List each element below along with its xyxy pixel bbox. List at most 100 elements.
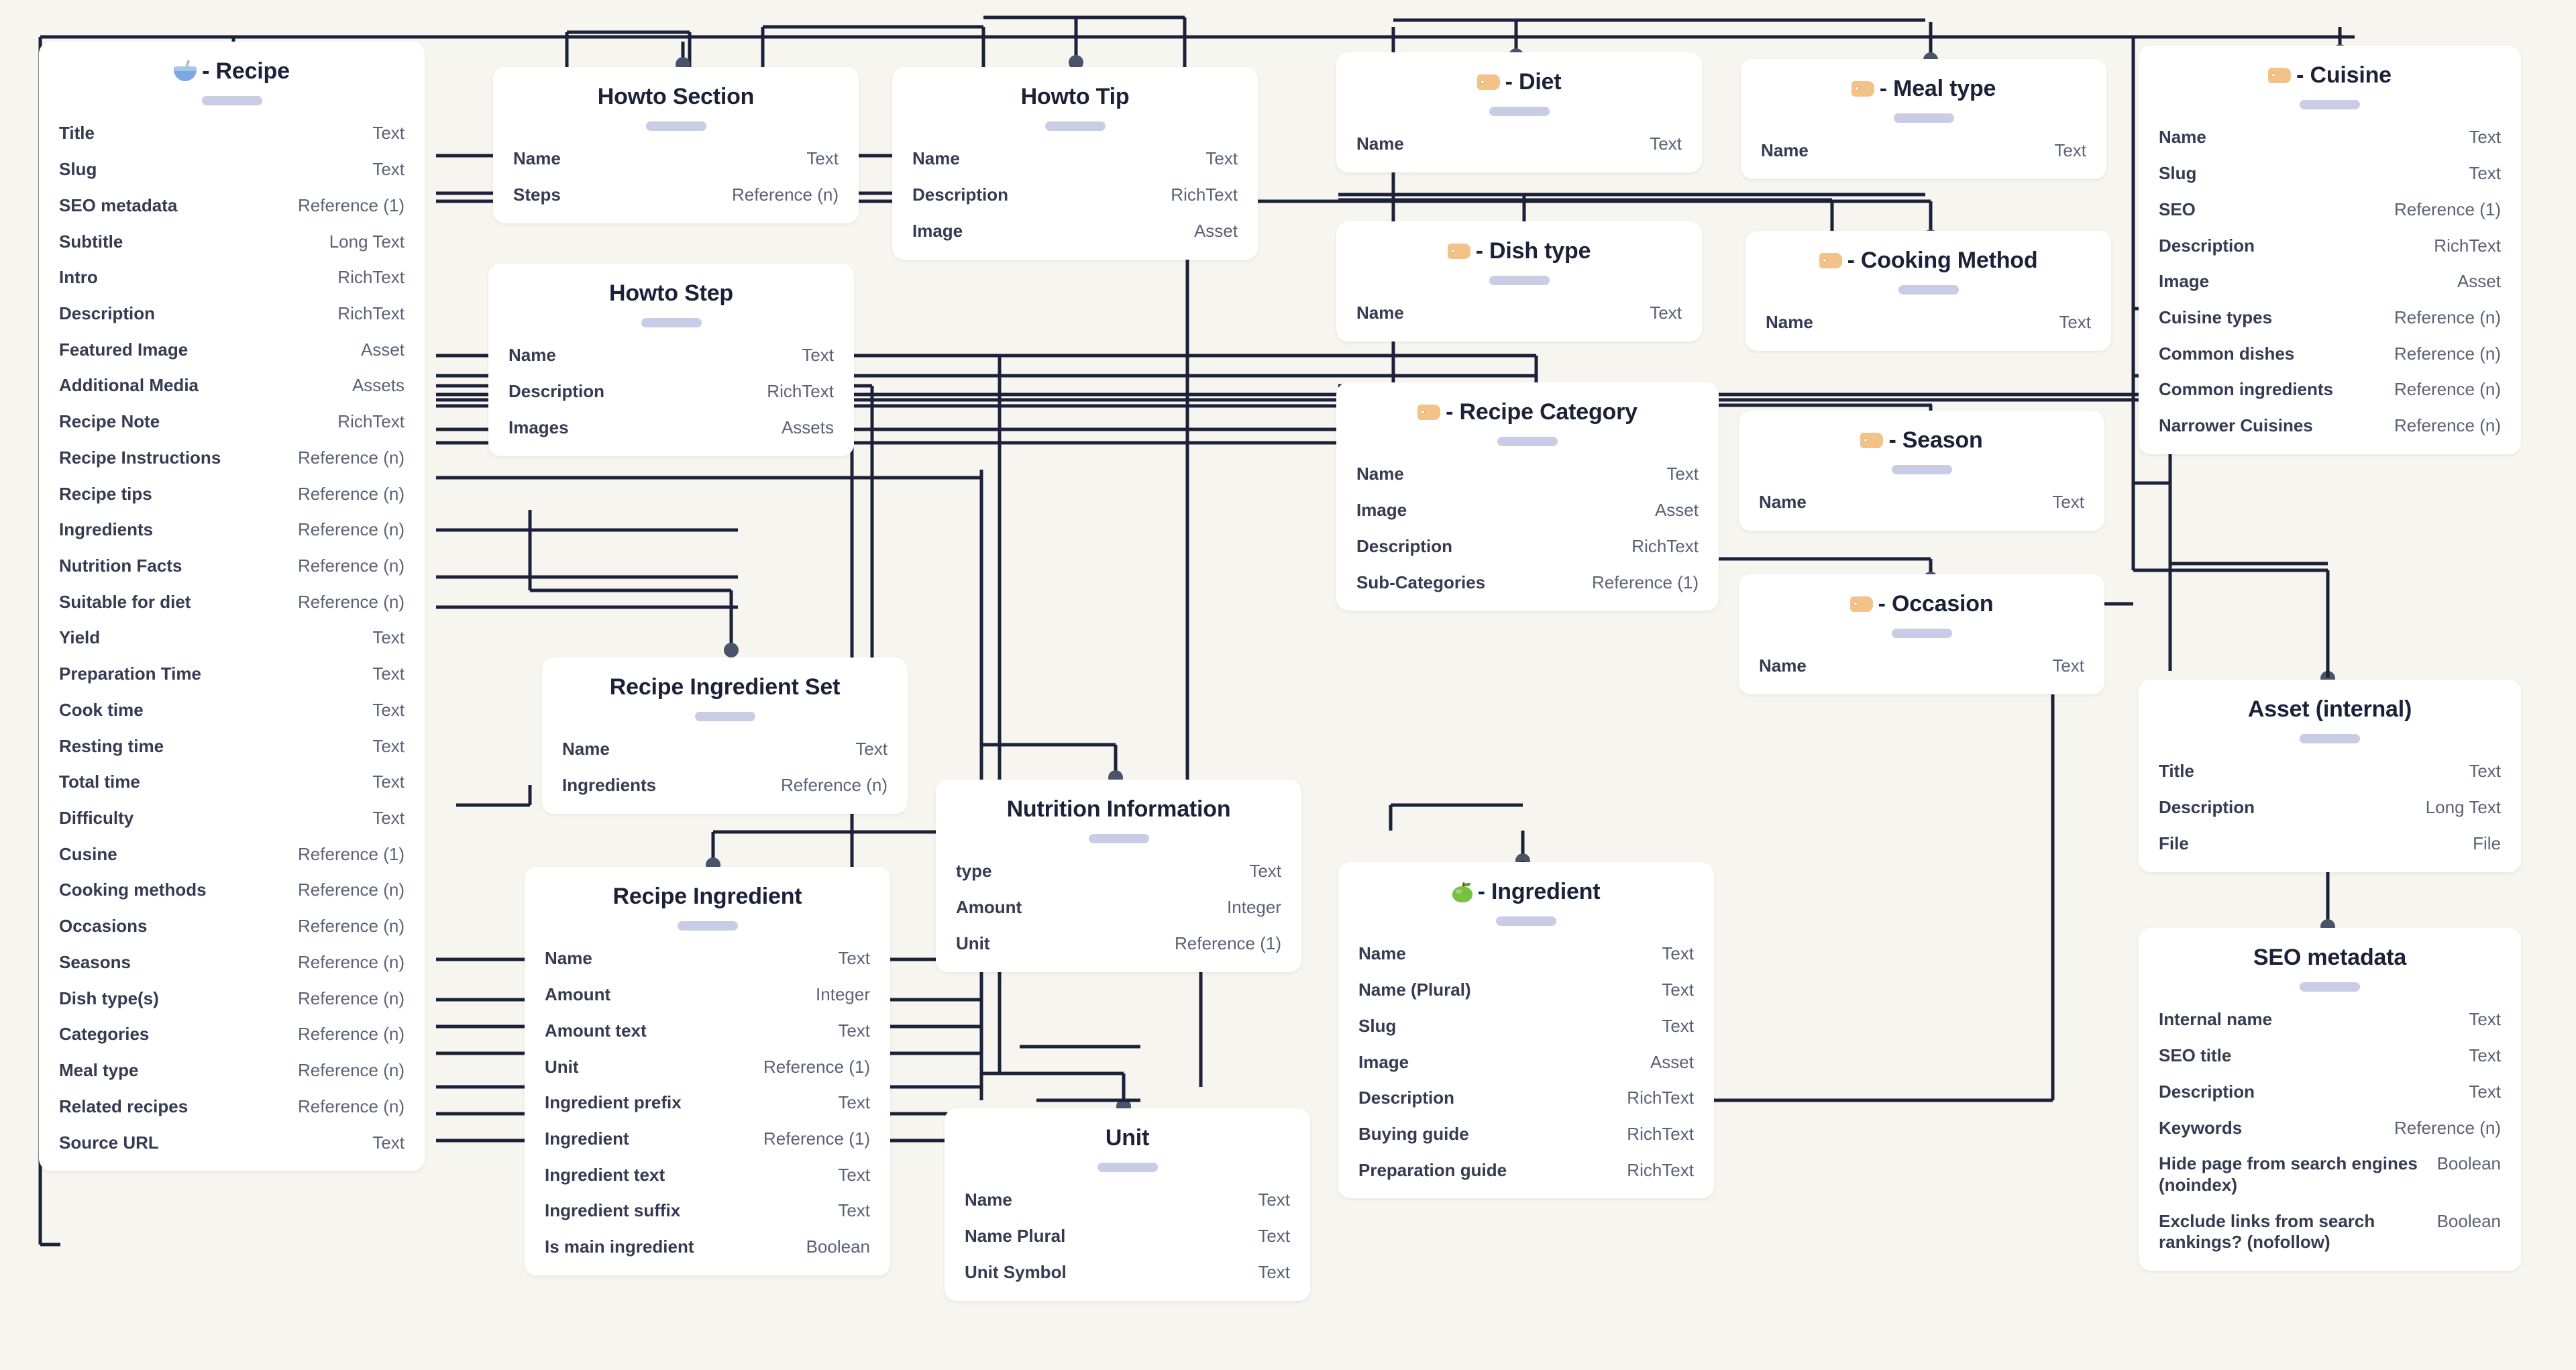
entity-field-row[interactable]: Cusine Reference (1) — [59, 844, 405, 865]
entity-field-row[interactable]: Related recipes Reference (n) — [59, 1096, 405, 1118]
content-model-canvas[interactable]: - Recipe Title Text Slug Text SEO metadata Ref… — [0, 0, 2576, 1370]
entity-field-row[interactable]: Description RichText — [912, 185, 1238, 206]
entity-field-row[interactable]: Name Text — [1759, 492, 2084, 513]
entity-field-row[interactable]: Nutrition Facts Reference (n) — [59, 556, 405, 577]
entity-field-row[interactable]: Image Asset — [2159, 271, 2501, 293]
entity-field-row[interactable]: Steps Reference (n) — [513, 185, 839, 206]
entity-field-row[interactable]: Ingredients Reference (n) — [562, 775, 888, 796]
entity-card-asset-internal[interactable]: Asset (internal) Title Text Description Long… — [2139, 680, 2521, 872]
entity-field-row[interactable]: Additional Media Assets — [59, 375, 405, 397]
entity-card-nutrition-information[interactable]: Nutrition Information type Text Amount Integ… — [936, 780, 1301, 972]
entity-field-row[interactable]: Keywords Reference (n) — [2159, 1118, 2501, 1139]
entity-field-row[interactable]: Subtitle Long Text — [59, 231, 405, 253]
entity-field-row[interactable]: Ingredient Reference (1) — [545, 1128, 870, 1150]
entity-field-row[interactable]: Description RichText — [2159, 235, 2501, 257]
entity-field-row[interactable]: Occasions Reference (n) — [59, 916, 405, 937]
entity-field-row[interactable]: Amount Integer — [956, 897, 1281, 918]
entity-field-row[interactable]: Image Asset — [912, 221, 1238, 242]
entity-field-row[interactable]: Internal name Text — [2159, 1009, 2501, 1031]
entity-field-row[interactable]: Ingredient prefix Text — [545, 1092, 870, 1114]
entity-field-row[interactable]: Seasons Reference (n) — [59, 952, 405, 973]
entity-field-row[interactable]: Image Asset — [1356, 500, 1699, 521]
entity-field-row[interactable]: Is main ingredient Boolean — [545, 1236, 870, 1258]
entity-field-row[interactable]: Hide page from search engines (noindex) B… — [2159, 1153, 2501, 1196]
entity-card-howto-step[interactable]: Howto Step Name Text Description RichText Ima… — [488, 264, 854, 456]
entity-field-row[interactable]: Featured Image Asset — [59, 339, 405, 361]
entity-field-row[interactable]: Recipe Instructions Reference (n) — [59, 447, 405, 469]
entity-field-row[interactable]: Name Text — [912, 148, 1238, 170]
entity-field-row[interactable]: Name Text — [2159, 127, 2501, 148]
entity-field-row[interactable]: Description RichText — [1356, 536, 1699, 558]
entity-field-row[interactable]: SEO title Text — [2159, 1045, 2501, 1067]
entity-card-diet[interactable]: - Diet Name Text — [1336, 52, 1702, 173]
entity-field-row[interactable]: Name Text — [965, 1190, 1290, 1211]
entity-field-row[interactable]: Unit Reference (1) — [545, 1057, 870, 1078]
entity-field-row[interactable]: Name Text — [1358, 943, 1694, 965]
entity-field-row[interactable]: Name Text — [1766, 312, 2091, 333]
entity-field-row[interactable]: Description RichText — [59, 303, 405, 325]
entity-card-recipe[interactable]: - Recipe Title Text Slug Text SEO metadata Ref… — [39, 42, 425, 1171]
entity-card-unit[interactable]: Unit Name Text Name Plural Text Unit Symbol Te… — [945, 1108, 1310, 1301]
entity-field-row[interactable]: Name Plural Text — [965, 1226, 1290, 1247]
entity-field-row[interactable]: Amount text Text — [545, 1020, 870, 1042]
entity-field-row[interactable]: Slug Text — [59, 159, 405, 180]
entity-field-row[interactable]: Name Text — [1759, 655, 2084, 677]
entity-field-row[interactable]: Unit Reference (1) — [956, 933, 1281, 955]
entity-card-recipe-category[interactable]: - Recipe Category Name Text Image Asset Descr… — [1336, 382, 1719, 611]
entity-field-row[interactable]: Amount Integer — [545, 984, 870, 1006]
entity-field-row[interactable]: Name Text — [562, 739, 888, 760]
entity-field-row[interactable]: Recipe tips Reference (n) — [59, 484, 405, 505]
entity-field-row[interactable]: Total time Text — [59, 772, 405, 793]
entity-field-row[interactable]: type Text — [956, 861, 1281, 882]
entity-field-row[interactable]: Image Asset — [1358, 1052, 1694, 1073]
entity-field-row[interactable]: Resting time Text — [59, 736, 405, 757]
entity-field-row[interactable]: Cooking methods Reference (n) — [59, 880, 405, 901]
entity-field-row[interactable]: SEO metadata Reference (1) — [59, 195, 405, 217]
entity-field-row[interactable]: File File — [2159, 833, 2501, 855]
entity-field-row[interactable]: Cook time Text — [59, 700, 405, 721]
entity-field-row[interactable]: Ingredient text Text — [545, 1165, 870, 1186]
entity-field-row[interactable]: Recipe Note RichText — [59, 411, 405, 433]
entity-field-row[interactable]: Ingredients Reference (n) — [59, 519, 405, 541]
entity-card-recipe-ingredient[interactable]: Recipe Ingredient Name Text Amount Integer Am… — [525, 867, 890, 1275]
entity-field-row[interactable]: Common dishes Reference (n) — [2159, 344, 2501, 365]
entity-field-row[interactable]: Name Text — [1761, 140, 2086, 162]
entity-field-row[interactable]: Dish type(s) Reference (n) — [59, 988, 405, 1010]
entity-field-row[interactable]: Suitable for diet Reference (n) — [59, 592, 405, 613]
entity-field-row[interactable]: Name Text — [508, 345, 834, 366]
entity-field-row[interactable]: Yield Text — [59, 627, 405, 649]
entity-field-row[interactable]: Source URL Text — [59, 1132, 405, 1154]
entity-field-row[interactable]: Intro RichText — [59, 267, 405, 288]
entity-field-row[interactable]: Description RichText — [1358, 1088, 1694, 1109]
entity-card-recipe-ingredient-set[interactable]: Recipe Ingredient Set Name Text Ingredients… — [542, 657, 908, 814]
entity-field-row[interactable]: Preparation Time Text — [59, 664, 405, 685]
entity-field-row[interactable]: Common ingredients Reference (n) — [2159, 379, 2501, 401]
entity-card-cooking-method[interactable]: - Cooking Method Name Text — [1746, 231, 2111, 352]
entity-card-dish-type[interactable]: - Dish type Name Text — [1336, 221, 1702, 342]
entity-field-row[interactable]: Name Text — [1356, 303, 1682, 324]
entity-field-row[interactable]: Ingredient suffix Text — [545, 1200, 870, 1222]
entity-field-row[interactable]: Name Text — [545, 948, 870, 969]
entity-field-row[interactable]: Categories Reference (n) — [59, 1024, 405, 1045]
entity-field-row[interactable]: Name Text — [1356, 464, 1699, 485]
entity-card-seo-metadata[interactable]: SEO metadata Internal name Text SEO title Te… — [2139, 928, 2521, 1271]
entity-field-row[interactable]: Title Text — [59, 123, 405, 144]
entity-field-row[interactable]: SEO Reference (1) — [2159, 199, 2501, 221]
entity-card-meal-type[interactable]: - Meal type Name Text — [1741, 59, 2106, 180]
entity-field-row[interactable]: Preparation guide RichText — [1358, 1160, 1694, 1181]
entity-field-row[interactable]: Narrower Cuisines Reference (n) — [2159, 415, 2501, 437]
entity-card-howto-section[interactable]: Howto Section Name Text Steps Reference (n) — [493, 67, 859, 223]
entity-field-row[interactable]: Slug Text — [1358, 1016, 1694, 1037]
entity-field-row[interactable]: Name Text — [513, 148, 839, 170]
entity-card-season[interactable]: - Season Name Text — [1739, 411, 2104, 531]
entity-card-ingredient[interactable]: - Ingredient Name Text Name (Plural) Text Slu… — [1338, 862, 1714, 1199]
entity-field-row[interactable]: Title Text — [2159, 761, 2501, 782]
entity-field-row[interactable]: Unit Symbol Text — [965, 1262, 1290, 1283]
entity-field-row[interactable]: Slug Text — [2159, 163, 2501, 185]
entity-field-row[interactable]: Images Assets — [508, 417, 834, 439]
entity-field-row[interactable]: Meal type Reference (n) — [59, 1060, 405, 1082]
entity-field-row[interactable]: Difficulty Text — [59, 808, 405, 829]
entity-field-row[interactable]: Sub-Categories Reference (1) — [1356, 572, 1699, 594]
entity-field-row[interactable]: Name (Plural) Text — [1358, 980, 1694, 1001]
entity-field-row[interactable]: Description Long Text — [2159, 797, 2501, 819]
